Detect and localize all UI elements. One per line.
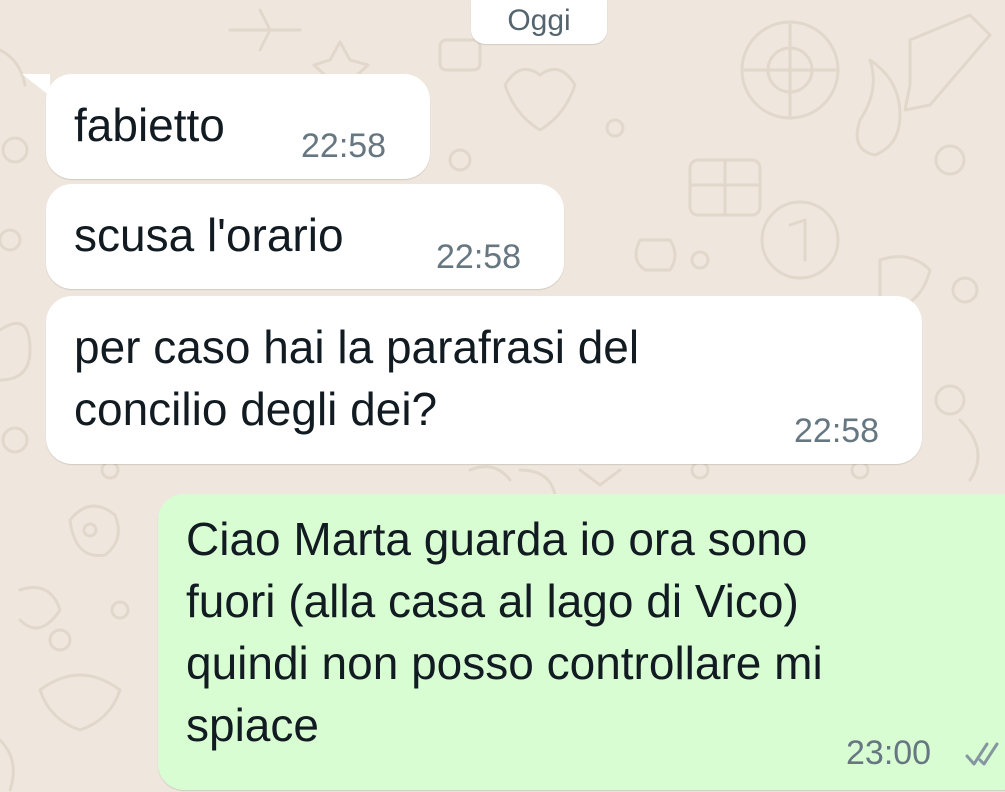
message-bubble-incoming[interactable]: per caso hai la parafrasi del concilio d… (46, 296, 922, 464)
message-timestamp: 23:00 (846, 734, 932, 772)
double-check-icon (965, 742, 999, 766)
message-bubble-incoming[interactable]: fabietto 22:58 (46, 74, 430, 179)
message-timestamp: 22:58 (436, 238, 522, 276)
message-bubble-outgoing[interactable]: Ciao Marta guarda io ora sono fuori (all… (158, 494, 1005, 790)
date-separator: Oggi (471, 0, 607, 44)
message-timestamp: 22:58 (301, 127, 387, 165)
message-bubble-incoming[interactable]: scusa l'orario 22:58 (46, 184, 564, 289)
message-timestamp: 22:58 (794, 412, 880, 450)
message-text: Ciao Marta guarda io ora sono fuori (all… (186, 513, 823, 751)
date-separator-label: Oggi (507, 4, 571, 37)
